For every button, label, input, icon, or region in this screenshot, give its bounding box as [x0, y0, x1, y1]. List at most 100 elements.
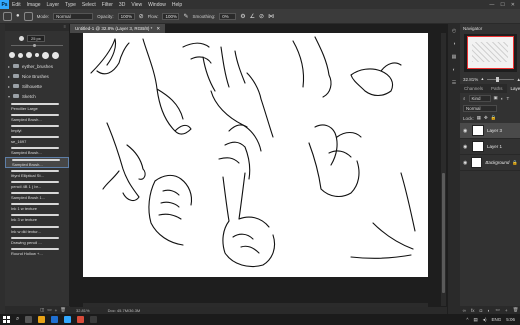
navigator-view-box[interactable] — [467, 36, 514, 69]
brush-item[interactable]: Round Hollow +... — [5, 246, 69, 257]
brush-folder[interactable]: ▸ eyther_brushes — [5, 61, 69, 71]
navigator-preview[interactable] — [464, 34, 517, 72]
properties-icon[interactable]: ☰ — [452, 80, 456, 86]
search-icon[interactable]: ⌕ — [16, 316, 19, 323]
navigator-zoom-value[interactable]: 32.81% — [463, 77, 478, 82]
eye-icon[interactable]: ◉ — [463, 160, 468, 166]
windows-start-icon[interactable] — [3, 316, 10, 323]
close-icon[interactable]: ✕ — [511, 2, 515, 8]
zoom-out-icon[interactable]: ▴ — [481, 76, 483, 82]
app-icon[interactable] — [90, 316, 98, 323]
language-indicator[interactable]: ENG — [491, 317, 501, 322]
menu-layer[interactable]: Layer — [44, 2, 63, 8]
pressure-size-icon[interactable]: ⊘ — [259, 13, 264, 20]
trash-icon[interactable]: 🗑 — [513, 307, 519, 313]
brush-item[interactable]: se_1697 — [5, 135, 69, 146]
smoothing-settings-icon[interactable]: ⚙ — [240, 13, 245, 20]
clock[interactable]: 5:06 — [506, 317, 515, 322]
eye-icon[interactable]: ◉ — [463, 128, 469, 134]
brush-size-slider[interactable] — [11, 44, 63, 49]
brush-settings-icon[interactable] — [23, 11, 33, 21]
mask-icon[interactable]: ◘ — [480, 308, 483, 313]
symmetry-icon[interactable]: ⋈ — [268, 13, 274, 20]
recent-brush-3-icon[interactable] — [26, 52, 32, 58]
close-tab-icon[interactable]: ✕ — [156, 26, 160, 32]
brush-item[interactable]: Ittyrd Elliptical St... — [5, 168, 69, 179]
brush-item[interactable]: Sampled Brush 1... — [5, 191, 69, 202]
brush-folder[interactable]: ▸ Nice Brushes — [5, 71, 69, 81]
adjustments-icon[interactable]: ◐ — [452, 67, 455, 73]
pressure-opacity-icon[interactable]: ⊘ — [139, 13, 144, 20]
filter-adjust-icon[interactable]: ◐ — [501, 96, 504, 101]
angle-icon[interactable]: ∠ — [250, 13, 255, 20]
maximize-icon[interactable]: ☐ — [500, 2, 504, 8]
layer-row[interactable]: ◉ Layer 1 — [460, 139, 520, 155]
trash-icon[interactable]: 🗑 — [60, 307, 66, 313]
blend-mode-select[interactable]: Normal — [463, 104, 497, 112]
menu-3d[interactable]: 3D — [116, 2, 128, 8]
smoothing-field[interactable]: 0% — [219, 12, 237, 20]
tab-layers[interactable]: Layers — [506, 84, 520, 93]
brush-item-selected[interactable]: Sampled Brush... — [5, 156, 69, 169]
minimize-icon[interactable]: — — [489, 2, 494, 8]
browser-icon[interactable] — [51, 316, 59, 323]
network-icon[interactable]: ▤ — [473, 317, 477, 323]
photoshop-logo[interactable]: Ps — [0, 0, 9, 9]
app-icon[interactable] — [77, 316, 85, 323]
brush-item[interactable]: Ink 1 w texture — [5, 202, 69, 213]
layer-row-selected[interactable]: ◉ Layer 3 — [460, 123, 520, 139]
chevron-up-icon[interactable]: ^ — [466, 317, 468, 322]
recent-brush-4-icon[interactable] — [35, 53, 39, 57]
new-group-icon[interactable]: ▭ — [495, 307, 499, 313]
brush-item[interactable]: Pencilier Large — [5, 101, 69, 112]
photoshop-taskbar-icon[interactable] — [64, 316, 72, 323]
adjustment-layer-icon[interactable]: ◐ — [488, 308, 491, 313]
scroll-thumb[interactable] — [442, 173, 445, 293]
swatches-icon[interactable]: ▦ — [452, 54, 457, 60]
brush-item[interactable]: Sampled Brush... — [5, 146, 69, 157]
task-view-icon[interactable] — [25, 316, 33, 323]
brush-size-field[interactable]: 25 px — [27, 34, 45, 42]
color-icon[interactable]: ◑ — [452, 41, 455, 47]
toggle-view-icon[interactable]: ◫ — [40, 307, 44, 313]
brush-item[interactable]: Ink 3 w texture — [5, 213, 69, 224]
status-zoom[interactable]: 32.81% — [76, 308, 90, 313]
brush-item[interactable]: Ink w dkl textur... — [5, 224, 69, 235]
file-explorer-icon[interactable] — [38, 316, 46, 323]
brush-item[interactable]: Implyi — [5, 123, 69, 134]
menu-view[interactable]: View — [128, 2, 145, 8]
airbrush-icon[interactable]: ✎ — [183, 13, 188, 20]
new-brush-icon[interactable]: + — [55, 308, 58, 313]
navigator-title[interactable]: Navigator — [460, 24, 520, 32]
brush-item[interactable]: Sampled Brush... — [5, 112, 69, 123]
panel-menu-icon[interactable]: ≡ — [64, 24, 66, 31]
new-group-icon[interactable]: ▭ — [47, 307, 51, 313]
filter-pixel-icon[interactable]: ▣ — [494, 95, 498, 101]
flow-field[interactable]: 100% — [162, 12, 180, 20]
brush-folder[interactable]: ▸ Silhouette — [5, 81, 69, 91]
recent-brush-2-icon[interactable] — [18, 52, 23, 58]
lock-all-icon[interactable]: 🔒 — [491, 115, 497, 121]
menu-type[interactable]: Type — [62, 2, 79, 8]
brush-tool-icon[interactable] — [3, 11, 12, 21]
tab-channels[interactable]: Channels — [460, 84, 487, 93]
kind-filter-select[interactable]: Kind — [468, 94, 491, 102]
menu-window[interactable]: Window — [145, 2, 169, 8]
new-layer-icon[interactable]: + — [505, 308, 508, 313]
vertical-scrollbar[interactable] — [441, 33, 446, 306]
menu-filter[interactable]: Filter — [99, 2, 116, 8]
volume-icon[interactable]: ◂) — [483, 317, 487, 323]
brush-preset-picker-icon[interactable]: ● — [16, 13, 20, 19]
fx-icon[interactable]: fx — [471, 308, 475, 313]
layer-row[interactable]: ◉ Background 🔒 — [460, 155, 520, 171]
mode-select[interactable]: Normal — [53, 12, 94, 20]
document-tab[interactable]: Untitled-1 @ 32.8% (Layer 3, RGB/8) * ✕ — [70, 24, 166, 33]
history-icon[interactable]: ◴ — [452, 28, 456, 34]
recent-brush-1-icon[interactable] — [9, 52, 15, 58]
menu-image[interactable]: Image — [24, 2, 44, 8]
lock-pixels-icon[interactable]: ▦ — [477, 115, 481, 121]
navigator-zoom-slider[interactable] — [486, 76, 514, 82]
menu-edit[interactable]: Edit — [9, 2, 24, 8]
brush-item[interactable]: pencil 4B 1 ( br... — [5, 179, 69, 190]
recent-brush-6-icon[interactable] — [52, 51, 59, 59]
